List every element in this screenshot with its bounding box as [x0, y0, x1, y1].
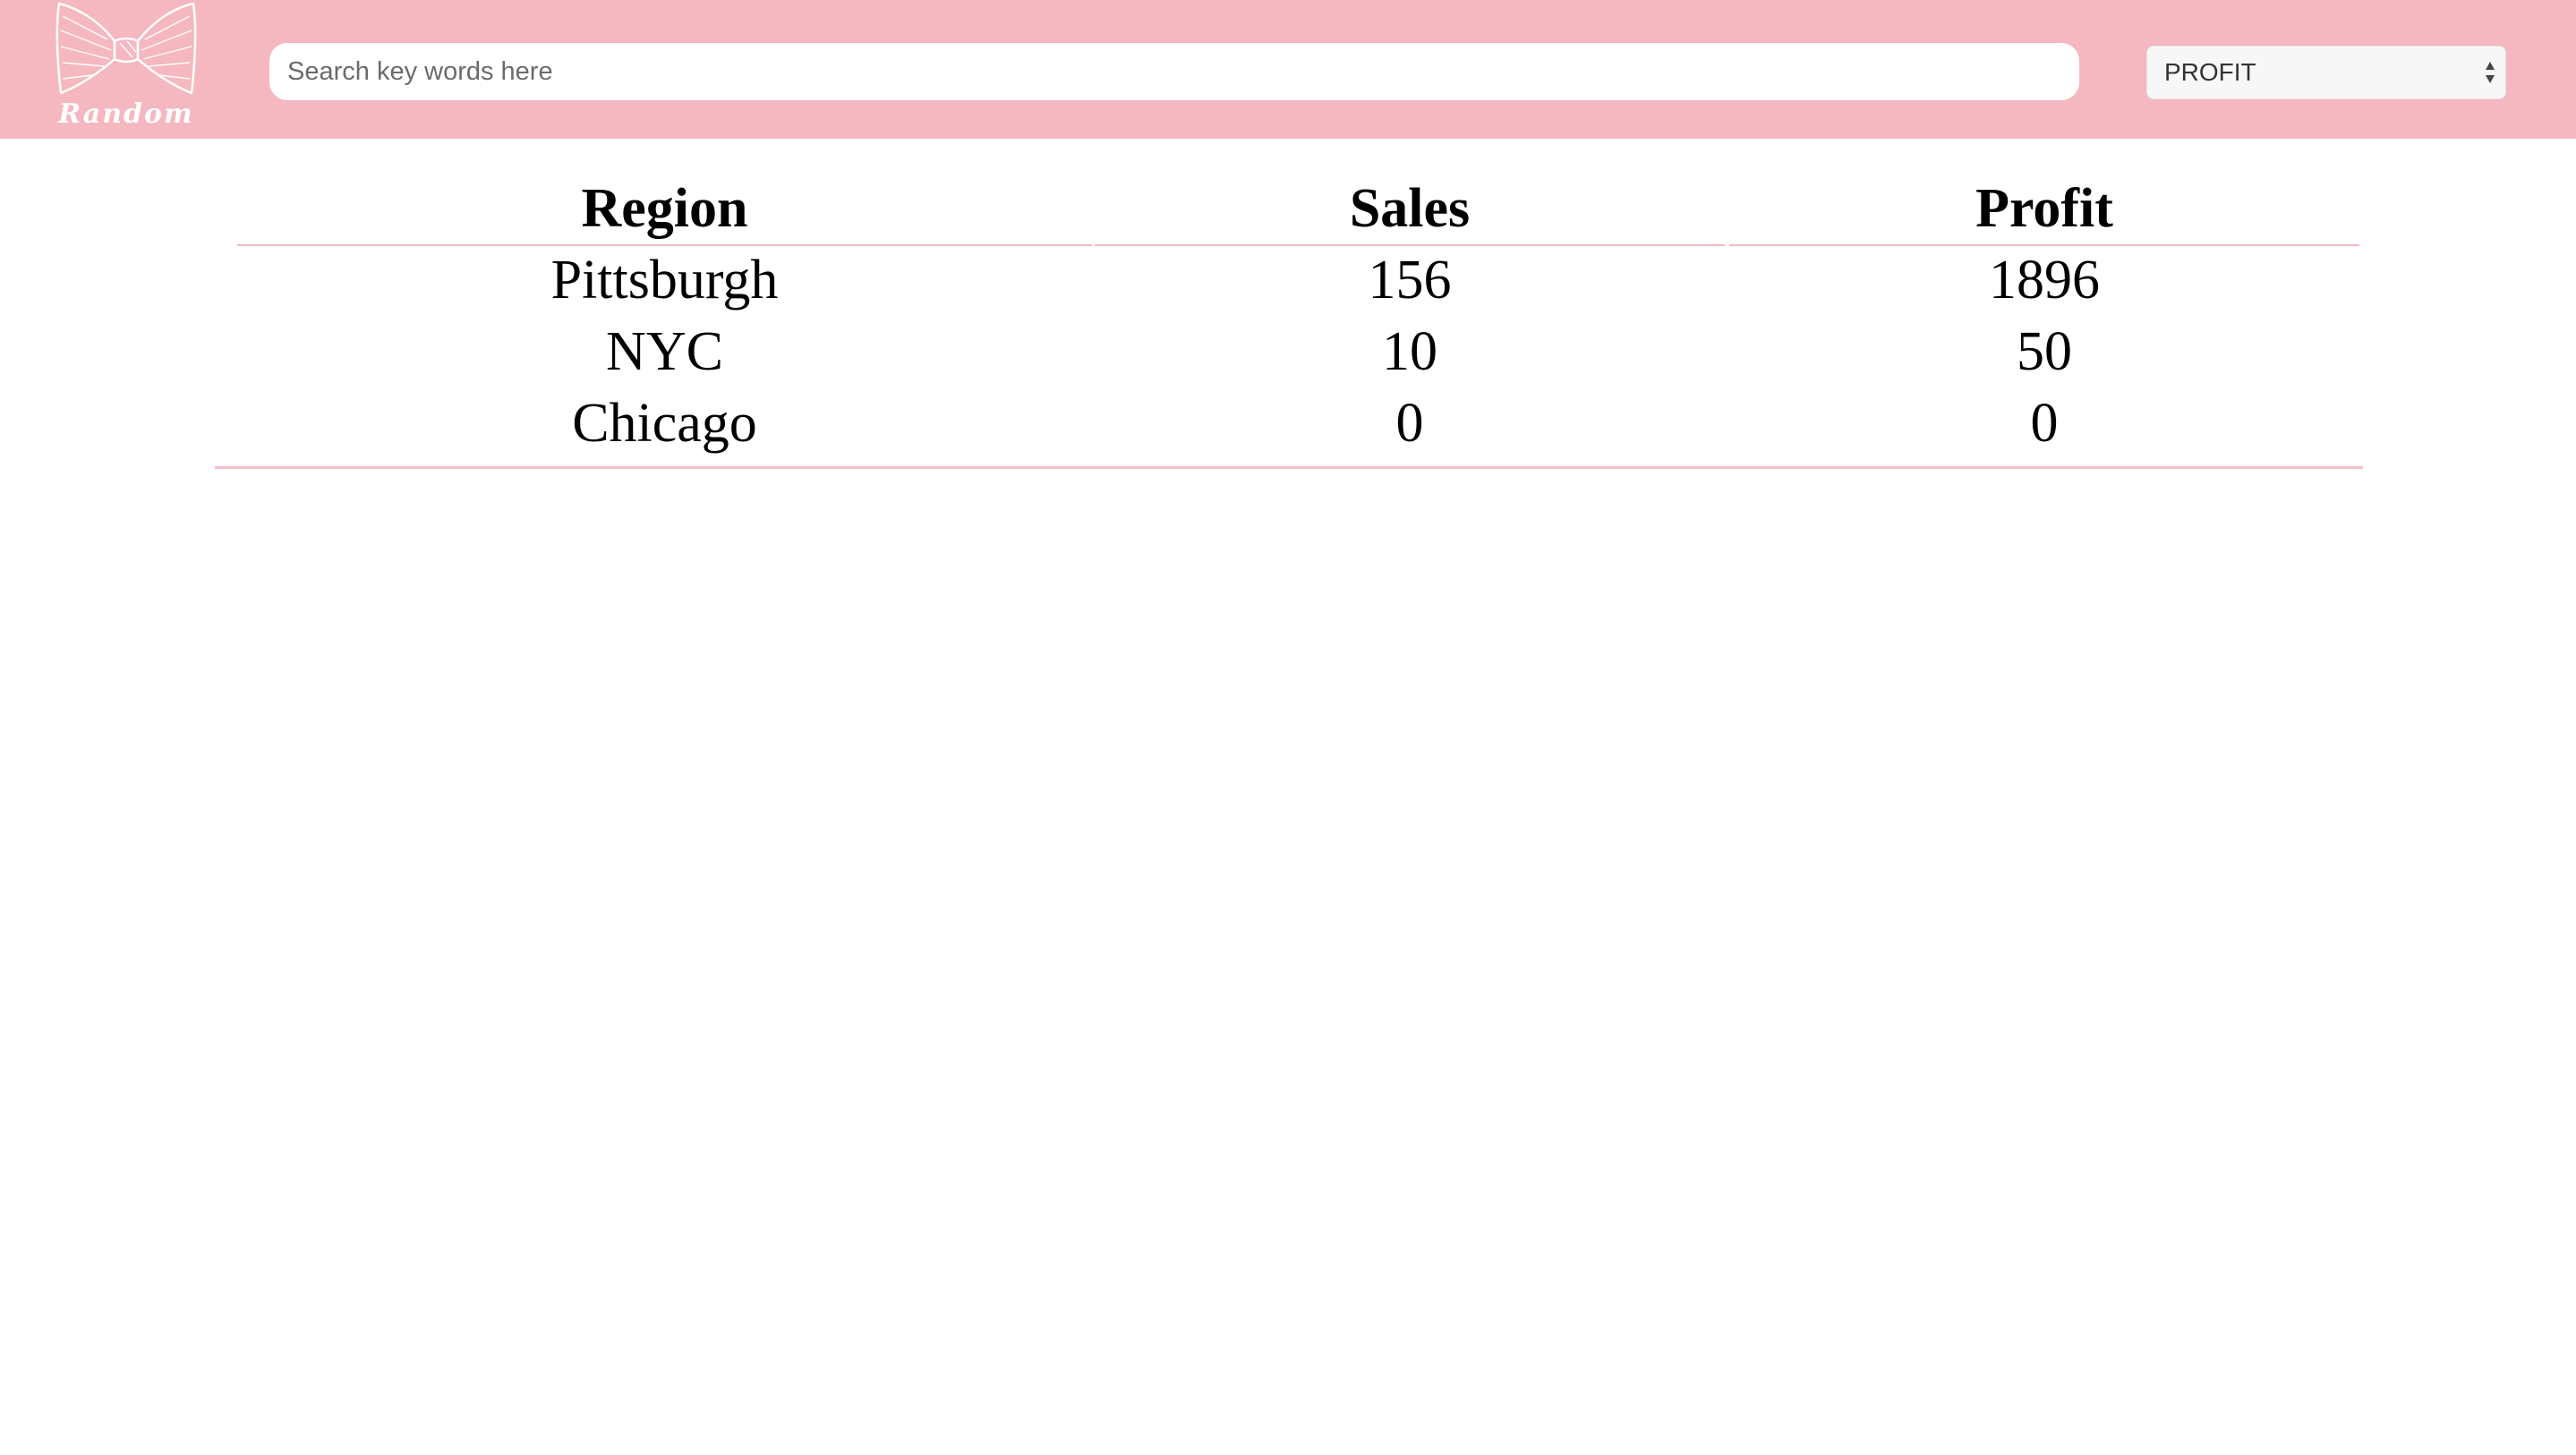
table-bottom-divider — [215, 466, 2363, 469]
top-bar: Random PROFIT — [0, 0, 2576, 139]
table-cell-profit: 50 — [2017, 321, 2072, 382]
column-header-region[interactable]: Region — [237, 173, 1092, 246]
logo-text: Random — [58, 98, 194, 130]
updown-arrows-icon — [2486, 62, 2495, 83]
table-cell-region: Pittsburgh — [550, 250, 779, 311]
table-row: Chicago 0 0 — [215, 387, 2363, 459]
table-row: NYC 10 50 — [215, 316, 2363, 387]
table-cell-sales: 10 — [1382, 321, 1437, 382]
table-cell-sales: 0 — [1395, 393, 1424, 454]
search-input[interactable] — [269, 43, 2079, 100]
bow-tie-icon — [55, 2, 197, 95]
data-table: Region Sales Profit Pittsburgh 156 1896 … — [215, 173, 2363, 459]
table-cell-sales: 156 — [1368, 250, 1452, 311]
sort-select-value: PROFIT — [2164, 58, 2256, 86]
table-header-row: Region Sales Profit — [215, 173, 2363, 246]
table-cell-region: NYC — [606, 321, 723, 382]
column-header-profit[interactable]: Profit — [1729, 173, 2359, 246]
table-row: Pittsburgh 156 1896 — [215, 244, 2363, 316]
column-header-sales[interactable]: Sales — [1095, 173, 1725, 246]
table-cell-region: Chicago — [572, 393, 757, 454]
table-cell-profit: 1896 — [1989, 250, 2100, 311]
logo[interactable]: Random — [52, 0, 200, 134]
sort-select[interactable]: PROFIT — [2146, 46, 2506, 99]
table-cell-profit: 0 — [2030, 393, 2059, 454]
